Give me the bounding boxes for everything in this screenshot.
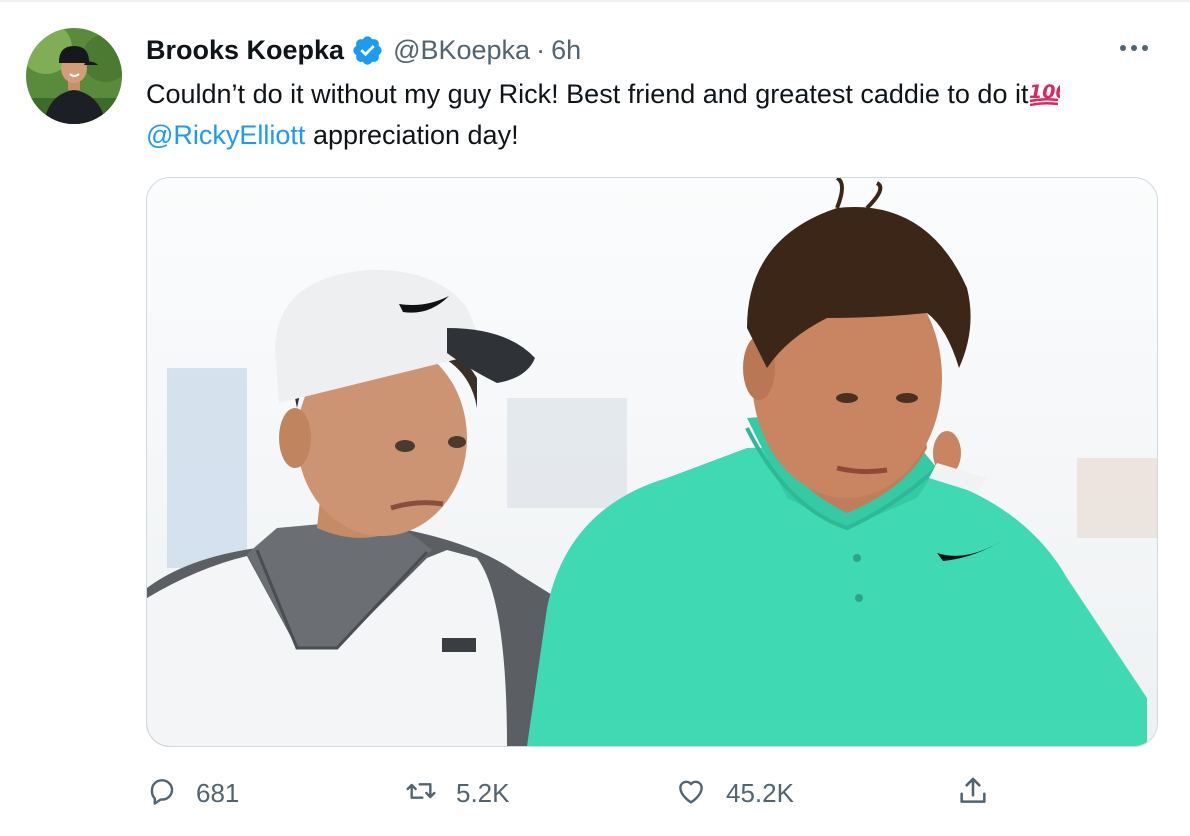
share-button[interactable] xyxy=(956,770,990,816)
verified-badge-icon xyxy=(351,34,384,67)
tweet-text-part2: appreciation day! xyxy=(305,120,519,150)
tweet-text-part1: Couldn’t do it without my guy Rick! Best… xyxy=(146,79,1029,109)
reply-button[interactable]: 681 xyxy=(146,770,239,816)
reply-icon xyxy=(146,775,178,812)
retweet-icon xyxy=(404,775,438,812)
hundred-points-emoji: 100 xyxy=(1028,77,1069,107)
like-count: 45.2K xyxy=(726,777,794,808)
tweet-photo[interactable] xyxy=(146,177,1158,747)
avatar-image xyxy=(26,28,122,124)
share-icon xyxy=(956,774,990,813)
tweet-text: Couldn’t do it without my guy Rick! Best… xyxy=(146,74,1156,156)
author-handle[interactable]: @BKoepka xyxy=(393,35,530,66)
tweet-header: Brooks Koepka @BKoepka · 6h xyxy=(146,30,581,70)
mention-link[interactable]: @RickyElliott xyxy=(146,120,305,150)
timestamp[interactable]: 6h xyxy=(551,35,581,66)
avatar[interactable] xyxy=(26,28,122,124)
separator-dot: · xyxy=(536,34,546,65)
retweet-count: 5.2K xyxy=(456,777,510,808)
reply-count: 681 xyxy=(196,777,240,808)
retweet-button[interactable]: 5.2K xyxy=(404,770,510,816)
tweet[interactable]: Brooks Koepka @BKoepka · 6h Couldn’t do … xyxy=(0,0,1190,836)
author-name[interactable]: Brooks Koepka xyxy=(146,35,344,66)
tweet-actions: 681 5.2K 45.2K xyxy=(146,770,1006,816)
more-options-icon[interactable] xyxy=(1112,30,1156,66)
like-button[interactable]: 45.2K xyxy=(674,770,794,816)
photo-image xyxy=(147,178,1157,746)
like-icon xyxy=(674,775,708,812)
